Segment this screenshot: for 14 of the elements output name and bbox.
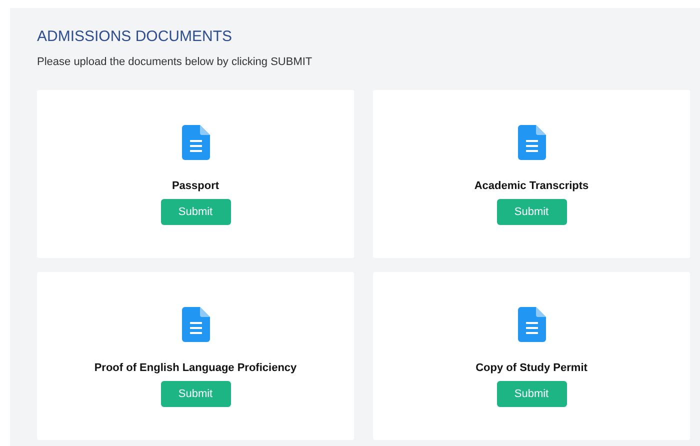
submit-button[interactable]: Submit <box>160 381 230 407</box>
document-label: Copy of Study Permit <box>476 361 588 375</box>
document-icon <box>518 125 546 160</box>
document-icon <box>518 307 546 342</box>
submit-button[interactable]: Submit <box>160 199 230 225</box>
document-label: Academic Transcripts <box>474 179 589 193</box>
submit-button[interactable]: Submit <box>496 199 566 225</box>
page-title: ADMISSIONS DOCUMENTS <box>37 28 234 46</box>
submit-button[interactable]: Submit <box>496 381 566 407</box>
document-icon <box>182 307 210 342</box>
document-label: Proof of English Language Proficiency <box>94 361 297 375</box>
document-icon <box>182 125 210 160</box>
instructions-text: Please upload the documents below by clicking SUBMIT <box>37 55 314 69</box>
document-label: Passport <box>172 179 220 193</box>
